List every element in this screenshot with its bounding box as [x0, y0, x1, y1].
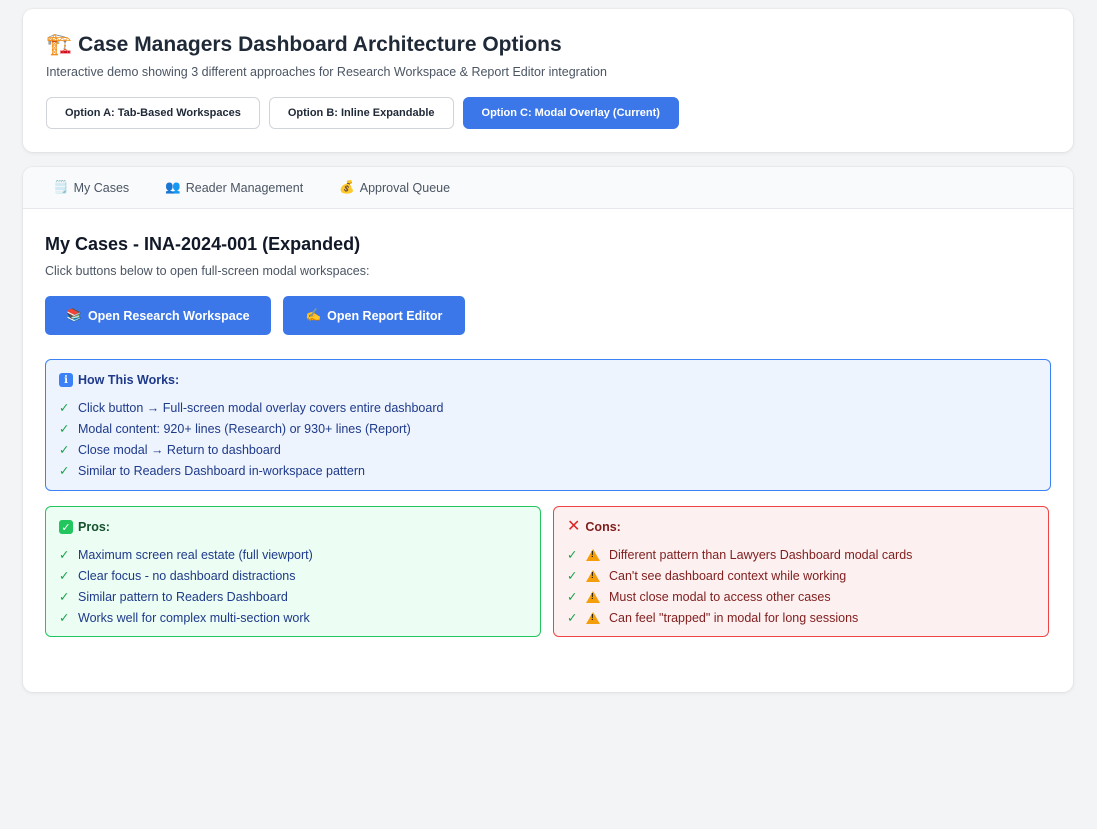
list-item: ✓ Similar to Readers Dashboard in-workspa…	[59, 460, 1037, 481]
checkmark-icon: ✓	[567, 590, 578, 604]
button-label: Open Research Workspace	[87, 308, 250, 323]
list-item: ✓ Close modal → Return to dashboard	[59, 439, 1037, 460]
page-title-text: Case Managers Dashboard Architecture Opt…	[78, 33, 562, 56]
list-item-text: Similar to Readers Dashboard in-workspac…	[78, 463, 365, 478]
checkmark-icon: ✓	[59, 443, 70, 457]
checkmark-icon: ✓	[59, 401, 70, 415]
cons-title: ✕ Cons:	[567, 519, 1035, 535]
box-title-text: Cons:	[585, 520, 621, 534]
tab-label: My Cases	[73, 180, 130, 195]
option-b-button[interactable]: Option B: Inline Expandable	[268, 97, 454, 129]
tab-my-cases[interactable]: 🗒️ My Cases	[53, 167, 147, 208]
info-icon: i	[59, 373, 73, 387]
list-item-text: Works well for complex multi-section wor…	[78, 610, 310, 625]
list-item: ✓ Must close modal to access other cases	[567, 586, 1035, 607]
case-title: My Cases - INA-2024-001 (Expanded)	[45, 234, 361, 254]
list-item: ✓ Can feel "trapped" in modal for long se…	[567, 607, 1035, 628]
button-label: Open Report Editor	[327, 308, 443, 323]
list-item: ✓ Similar pattern to Readers Dashboard	[59, 586, 527, 607]
checkmark-icon: ✓	[567, 611, 578, 625]
list-item: ✓ Works well for complex multi-section wo…	[59, 607, 527, 628]
check-box-icon: ✓	[59, 520, 73, 534]
option-a-button[interactable]: Option A: Tab-Based Workspaces	[46, 97, 260, 129]
list-item-text: Similar pattern to Readers Dashboard	[78, 589, 288, 604]
list-item-text: Can't see dashboard context while workin…	[609, 568, 847, 583]
list-item-text: Different pattern than Lawyers Dashboard…	[609, 547, 913, 562]
how-it-works-box: i How This Works: ✓ Click button → Full-s…	[45, 359, 1051, 491]
header-card: 🏗️ Case Managers Dashboard Architecture …	[23, 9, 1073, 152]
money-bag-icon: 💰	[339, 180, 355, 194]
checkmark-icon: ✓	[59, 590, 70, 604]
open-report-editor-button[interactable]: ✍️ Open Report Editor	[283, 296, 465, 335]
list-item: ✓ Modal content: 920+ lines (Research) or…	[59, 418, 1037, 439]
list-item-text: Clear focus - no dashboard distractions	[78, 568, 296, 583]
notepad-icon: 🗒️	[53, 180, 69, 194]
checkmark-icon: ✓	[59, 548, 70, 562]
pros-list: ✓ Maximum screen real estate (full viewpo…	[59, 544, 527, 628]
pros-title: ✓ Pros:	[59, 519, 527, 535]
warning-icon	[586, 590, 600, 603]
warning-icon	[586, 548, 600, 561]
box-title-text: Pros:	[78, 520, 110, 534]
how-it-works-title: i How This Works:	[59, 372, 1037, 388]
workspace-actions: 📚 Open Research Workspace ✍️ Open Report…	[45, 296, 1051, 335]
dashboard-card: 🗒️ My Cases 👥 Reader Management 💰 Approv…	[23, 167, 1073, 692]
option-c-button[interactable]: Option C: Modal Overlay (Current)	[462, 97, 679, 129]
cross-mark-icon: ✕	[567, 518, 581, 535]
tab-label: Approval Queue	[359, 180, 451, 195]
writing-hand-icon: ✍️	[305, 308, 322, 322]
cons-box: ✕ Cons: ✓ Different pattern than Lawyers …	[553, 506, 1049, 637]
box-title-text: How This Works:	[78, 373, 180, 387]
list-item-text: Close modal → Return to dashboard	[78, 442, 281, 457]
list-item: ✓ Click button → Full-screen modal overla…	[59, 397, 1037, 418]
pros-box: ✓ Pros: ✓ Maximum screen real estate (ful…	[45, 506, 541, 637]
tab-label: Reader Management	[185, 180, 304, 195]
list-item-text: Maximum screen real estate (full viewpor…	[78, 547, 313, 562]
page-subtitle: Interactive demo showing 3 different app…	[46, 65, 607, 79]
list-item: ✓ Clear focus - no dashboard distractions	[59, 565, 527, 586]
page-title: 🏗️ Case Managers Dashboard Architecture …	[46, 31, 1050, 59]
list-item-text: Can feel "trapped" in modal for long ses…	[609, 610, 859, 625]
warning-icon	[586, 611, 600, 624]
how-it-works-list: ✓ Click button → Full-screen modal overla…	[59, 397, 1037, 481]
tab-bar: 🗒️ My Cases 👥 Reader Management 💰 Approv…	[23, 167, 1073, 209]
construction-crane-icon: 🏗️	[46, 33, 73, 56]
checkmark-icon: ✓	[59, 569, 70, 583]
checkmark-icon: ✓	[59, 422, 70, 436]
list-item-text: Modal content: 920+ lines (Research) or …	[78, 421, 411, 436]
case-subtitle: Click buttons below to open full-screen …	[45, 264, 370, 278]
tab-reader-management[interactable]: 👥 Reader Management	[165, 167, 321, 208]
checkmark-icon: ✓	[59, 611, 70, 625]
list-item: ✓ Maximum screen real estate (full viewpo…	[59, 544, 527, 565]
list-item-text: Must close modal to access other cases	[609, 589, 831, 604]
people-icon: 👥	[165, 180, 181, 194]
option-selector: Option A: Tab-Based Workspaces Option B:…	[46, 97, 1050, 129]
list-item: ✓ Can't see dashboard context while worki…	[567, 565, 1035, 586]
checkmark-icon: ✓	[59, 464, 70, 478]
pros-cons-row: ✓ Pros: ✓ Maximum screen real estate (ful…	[45, 506, 1051, 637]
cons-list: ✓ Different pattern than Lawyers Dashboar…	[567, 544, 1035, 628]
list-item: ✓ Different pattern than Lawyers Dashboar…	[567, 544, 1035, 565]
tab-content: My Cases - INA-2024-001 (Expanded) Click…	[23, 233, 1073, 637]
checkmark-icon: ✓	[567, 548, 578, 562]
checkmark-icon: ✓	[567, 569, 578, 583]
open-research-workspace-button[interactable]: 📚 Open Research Workspace	[45, 296, 271, 335]
list-item-text: Click button → Full-screen modal overlay…	[78, 400, 444, 415]
books-icon: 📚	[66, 308, 82, 322]
tab-approval-queue[interactable]: 💰 Approval Queue	[339, 167, 468, 208]
warning-icon	[586, 569, 600, 582]
